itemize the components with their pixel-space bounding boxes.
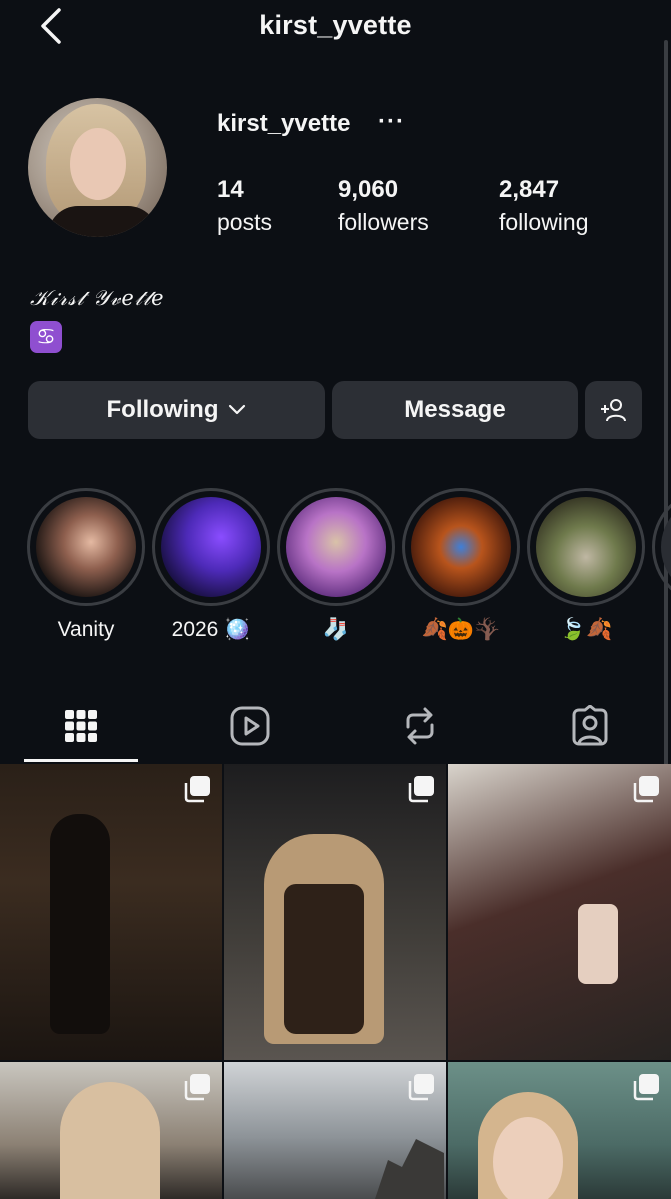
post-tile[interactable] [0, 1062, 222, 1199]
tab-tagged[interactable] [533, 690, 647, 762]
following-label: following [499, 209, 589, 235]
highlight-leaves[interactable]: 🍃🍂 [527, 488, 645, 642]
add-user-button[interactable] [585, 381, 642, 439]
profile-tabs [0, 690, 671, 762]
following-button-label: Following [106, 396, 219, 423]
post-tile[interactable] [448, 1062, 671, 1199]
avatar[interactable] [28, 98, 167, 237]
add-person-icon [600, 399, 626, 422]
highlight-label: 🍃🍂 [559, 618, 613, 641]
highlight-ring[interactable] [27, 488, 145, 606]
highlight-ring[interactable] [527, 488, 645, 606]
highlight-socks[interactable]: 🧦 [277, 488, 395, 642]
page-title: kirst_yvette [259, 10, 412, 40]
highlight-partial[interactable] [652, 488, 671, 606]
highlight-label: 🍂🎃🪾 [421, 618, 501, 641]
highlight-2026[interactable]: 2026 🪩 [152, 488, 270, 642]
scrollbar[interactable] [664, 40, 668, 780]
following-button[interactable]: Following [28, 381, 325, 439]
top-bar: kirst_yvette [0, 0, 671, 56]
multiple-photos-icon [408, 1074, 434, 1101]
tab-reposts[interactable] [363, 690, 477, 762]
post-tile[interactable] [0, 764, 222, 1060]
profile-username: kirst_yvette [217, 110, 351, 137]
posts-count: 14 [217, 176, 244, 203]
highlight-ring[interactable] [652, 488, 671, 606]
highlight-ring[interactable] [277, 488, 395, 606]
highlight-label: 2026 🪩 [171, 618, 251, 641]
multiple-photos-icon [408, 776, 434, 803]
reels-icon [230, 706, 270, 746]
post-tile[interactable] [448, 764, 671, 1060]
tab-reels[interactable] [193, 690, 307, 762]
tagged-person-icon [572, 705, 608, 746]
post-tile[interactable] [224, 1062, 446, 1199]
stat-following[interactable]: 2,847 following [499, 176, 589, 236]
highlight-autumn[interactable]: 🍂🎃🪾 [402, 488, 520, 642]
followers-label: followers [338, 209, 429, 235]
highlight-ring[interactable] [152, 488, 270, 606]
post-tile[interactable] [224, 764, 446, 1060]
repost-icon [406, 707, 434, 745]
more-options-button[interactable]: ··· [378, 108, 405, 136]
followers-count: 9,060 [338, 176, 399, 203]
following-count: 2,847 [499, 176, 560, 203]
grid-icon [65, 710, 97, 742]
chevron-down-icon [229, 404, 246, 415]
stat-followers[interactable]: 9,060 followers [338, 176, 429, 236]
active-tab-indicator [24, 759, 138, 762]
tab-grid[interactable] [24, 690, 138, 762]
posts-label: posts [217, 209, 272, 235]
multiple-photos-icon [633, 1074, 659, 1101]
message-button-label: Message [404, 396, 506, 423]
bio-emoji: ♋ [30, 321, 62, 353]
highlight-label: Vanity [57, 618, 115, 641]
highlight-ring[interactable] [402, 488, 520, 606]
stat-posts[interactable]: 14 posts [217, 176, 272, 236]
message-button[interactable]: Message [332, 381, 578, 439]
profile-full-name: 𝒦𝒾𝓇𝓈𝓉 𝒴𝓋𝑒𝓉𝓉𝑒 [30, 286, 165, 310]
multiple-photos-icon [184, 776, 210, 803]
highlight-vanity[interactable]: Vanity [27, 488, 145, 642]
highlight-label: 🧦 [322, 618, 350, 641]
multiple-photos-icon [184, 1074, 210, 1101]
multiple-photos-icon [633, 776, 659, 803]
